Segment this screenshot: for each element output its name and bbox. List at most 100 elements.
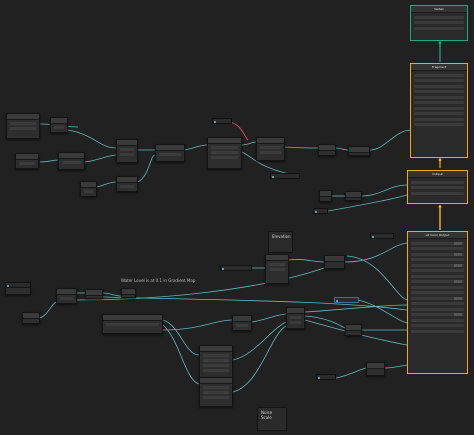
block-slot	[414, 95, 464, 99]
fragment-context[interactable]: Fragment	[410, 63, 468, 158]
smoothness-node[interactable]	[345, 324, 362, 336]
add-node[interactable]	[116, 176, 138, 192]
node-header	[51, 118, 67, 124]
block-slot	[411, 285, 464, 289]
float-node[interactable]	[22, 312, 40, 324]
node-row	[203, 396, 229, 399]
block-slot	[411, 318, 464, 322]
gradient-sample-node[interactable]	[56, 288, 77, 304]
wire	[369, 129, 412, 151]
port-dot	[438, 205, 442, 209]
node-row	[203, 369, 229, 372]
block-slot	[411, 313, 464, 316]
property-pill[interactable]	[212, 118, 232, 124]
wire	[346, 255, 408, 301]
property-dot	[315, 210, 317, 213]
step-node[interactable]	[121, 288, 136, 298]
block-slot	[411, 280, 464, 283]
wire	[162, 319, 233, 331]
node-row	[10, 127, 36, 130]
power-node[interactable]	[348, 146, 370, 156]
block-slot	[414, 26, 464, 30]
node-row	[120, 185, 134, 188]
property-pill[interactable]	[220, 265, 252, 271]
block-slot	[411, 307, 464, 311]
node-header	[16, 154, 38, 160]
position-node[interactable]	[319, 190, 332, 202]
saturate-node[interactable]	[318, 144, 336, 156]
node-header	[59, 153, 84, 159]
port-dot	[438, 41, 442, 45]
blend-node[interactable]	[286, 307, 305, 329]
output-context[interactable]: Output	[407, 170, 468, 204]
block-slot	[411, 302, 464, 305]
wire-layer	[39, 40, 442, 393]
node-header	[320, 191, 331, 197]
vertex-add-node[interactable]	[345, 191, 362, 201]
property-pill[interactable]	[370, 233, 394, 239]
color-node-b[interactable]	[199, 377, 233, 407]
gradient-noise-node[interactable]	[207, 137, 242, 169]
lit-color-output-context[interactable]: Lit Color Output	[407, 231, 468, 374]
vector-node[interactable]	[80, 181, 97, 197]
wire	[251, 313, 287, 323]
block-slot	[414, 123, 464, 126]
node-header	[57, 289, 76, 295]
lerp-node[interactable]	[324, 255, 345, 269]
vertex-output-block[interactable]: Vertex	[410, 5, 468, 41]
property-dot	[214, 120, 216, 123]
node-row	[120, 153, 134, 156]
sample-gradient-node[interactable]	[85, 289, 103, 299]
node-header	[319, 145, 335, 151]
node-header	[81, 182, 96, 188]
node-header	[346, 192, 361, 198]
remap-node[interactable]	[256, 137, 285, 161]
color-node-a[interactable]	[199, 345, 233, 378]
simple-noise-node[interactable]	[155, 144, 185, 162]
node-header	[349, 147, 369, 153]
node-header	[122, 289, 135, 295]
wire	[102, 296, 408, 311]
node-row	[10, 122, 36, 125]
block-slot	[411, 269, 464, 272]
group-title: Noise Scale	[261, 410, 273, 420]
block-title: Fragment	[411, 64, 467, 71]
wire	[344, 242, 408, 263]
property-pill[interactable]	[334, 297, 359, 303]
node-header	[266, 255, 288, 261]
node-row	[236, 324, 248, 327]
property-pill[interactable]	[270, 173, 300, 179]
noise-scale-group[interactable]: Noise Scale	[257, 407, 287, 431]
property-pill[interactable]	[316, 374, 336, 380]
node-row	[159, 153, 181, 156]
color-blend-node[interactable]	[232, 315, 252, 331]
tiling-offset-node[interactable]	[116, 139, 138, 163]
block-slot	[411, 291, 464, 294]
node-header	[156, 145, 184, 151]
node-row	[203, 364, 229, 367]
property-pill[interactable]	[313, 208, 328, 214]
multiply-node[interactable]	[58, 152, 85, 170]
node-header	[208, 138, 241, 144]
time-node[interactable]	[15, 153, 39, 169]
property-dot	[336, 299, 338, 302]
sample-texture-node[interactable]	[265, 254, 289, 284]
node-row	[203, 391, 229, 394]
block-slot	[411, 252, 464, 256]
node-header	[367, 363, 384, 369]
normal-node[interactable]	[366, 362, 385, 376]
block-slot	[411, 180, 464, 184]
uv-node[interactable]	[6, 113, 40, 139]
node-header	[257, 138, 284, 144]
property-dot	[272, 175, 274, 178]
port-dot	[438, 158, 442, 162]
block-slot	[414, 117, 464, 121]
shader-graph-canvas[interactable]: Elevation Water Level is at 0.1 in Gradi…	[0, 0, 474, 435]
node-row	[211, 151, 238, 154]
gradient-property-node[interactable]	[102, 314, 163, 334]
node-row	[203, 359, 229, 362]
elevation-group[interactable]: Elevation	[268, 231, 293, 253]
node-row	[290, 321, 301, 324]
uv-input-node[interactable]	[5, 287, 31, 295]
split-node[interactable]	[50, 117, 68, 133]
